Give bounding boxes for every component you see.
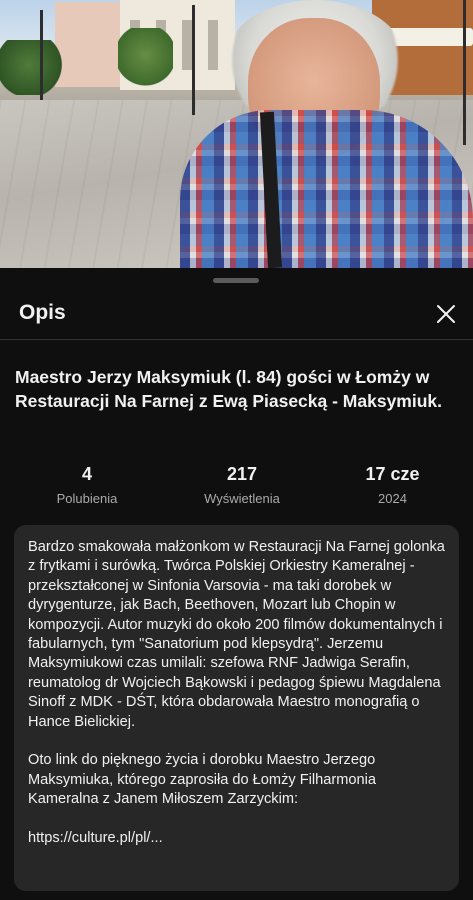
views-stat: 217 Wyświetlenia [182,462,302,509]
views-label: Wyświetlenia [204,491,280,506]
upload-date-stat: 17 cze 2024 [330,462,455,509]
sheet-title: Opis [19,301,66,324]
description-card: Bardzo smakowała małżonkom w Restauracji… [14,525,459,891]
subject-plaid-shirt [180,110,473,268]
description-paragraph: Oto link do pięknego życia i dorobku Mae… [28,752,376,808]
video-stats: 4 Polubienia 217 Wyświetlenia 17 cze 202… [0,462,473,512]
close-icon [437,305,455,323]
tree [0,40,64,95]
background-building [55,2,125,87]
close-button[interactable] [430,298,462,330]
likes-count: 4 [81,464,92,484]
video-player[interactable] [0,0,473,268]
video-subject [180,0,473,268]
upload-date-day: 17 cze [365,464,420,484]
upload-date-year: 2024 [378,491,407,506]
description-paragraph: Bardzo smakowała małżonkom w Restauracji… [28,539,445,730]
street-lamp [40,10,43,100]
likes-label: Polubienia [56,491,118,506]
drag-handle[interactable] [213,278,259,283]
likes-stat: 4 Polubienia [27,462,147,509]
tree [118,28,173,88]
description-link[interactable]: https://culture.pl/pl/... [28,829,445,848]
description-sheet: Opis Maestro Jerzy Maksymiuk (l. 84) goś… [0,270,473,900]
views-count: 217 [226,464,258,484]
sheet-header: Opis [0,290,473,340]
video-title: Maestro Jerzy Maksymiuk (l. 84) gości w … [15,367,443,411]
